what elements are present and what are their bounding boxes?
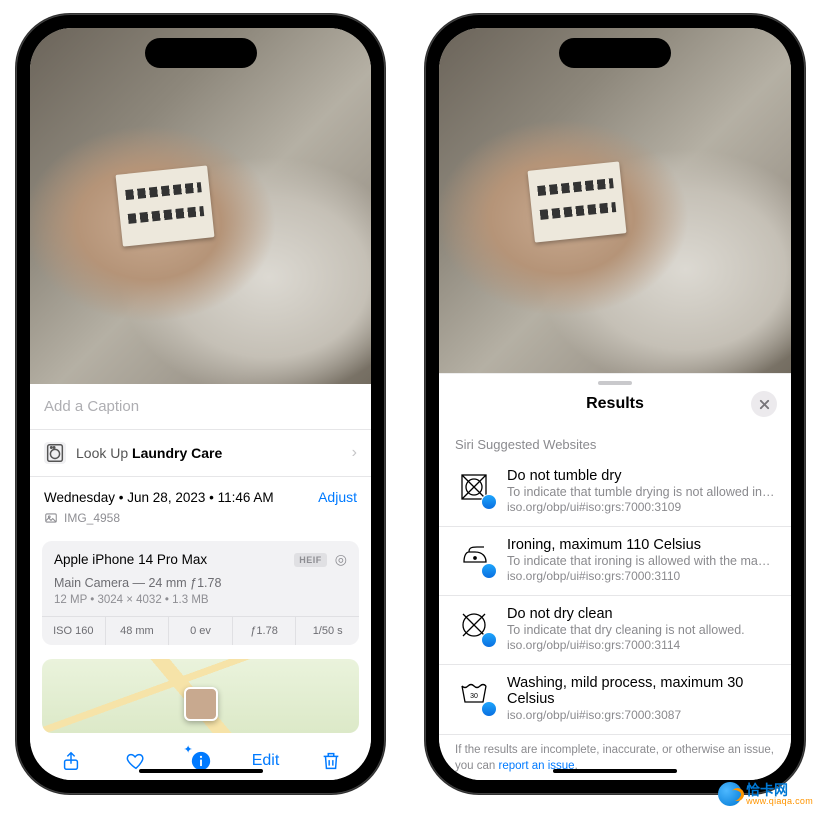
safari-badge-icon	[481, 701, 497, 717]
home-indicator[interactable]	[139, 769, 263, 773]
target-icon: ◎	[335, 551, 347, 568]
sheet-grabber[interactable]	[598, 381, 632, 385]
exif-ev: 0 ev	[169, 617, 233, 645]
results-sheet: Results Siri Suggested Websites Do not t…	[439, 373, 791, 780]
meta-line: 12 MP • 3024 × 4032 • 1.3 MB	[54, 594, 347, 606]
lookup-text: Look Up Laundry Care	[76, 445, 222, 461]
device-name: Apple iPhone 14 Pro Max	[54, 552, 286, 567]
result-desc: To indicate that ironing is allowed with…	[507, 554, 775, 568]
lens-line: Main Camera — 24 mm ƒ1.78	[54, 576, 347, 590]
filename-text: IMG_4958	[64, 511, 120, 525]
date-text: Wednesday • Jun 28, 2023 • 11:46 AM	[44, 490, 274, 505]
format-badge: HEIF	[294, 553, 327, 567]
visual-lookup-row[interactable]: Look Up Laundry Care ›	[30, 430, 371, 477]
laundry-icon	[44, 442, 66, 464]
photo-icon	[44, 511, 58, 525]
safari-badge-icon	[481, 563, 497, 579]
share-button[interactable]	[49, 745, 93, 777]
location-map[interactable]	[42, 659, 359, 733]
result-url: iso.org/obp/ui#iso:grs:7000:3110	[507, 569, 775, 583]
footer-note: If the results are incomplete, inaccurat…	[439, 735, 791, 780]
watermark-name: 恰卡网	[746, 783, 813, 797]
laundry-tag-in-photo	[115, 166, 214, 247]
photo-info-panel: Add a Caption Look Up Laundry Care › Wed…	[30, 384, 371, 780]
result-item[interactable]: Do not tumble dry To indicate that tumbl…	[439, 458, 791, 527]
iphone-frame-left: Add a Caption Look Up Laundry Care › Wed…	[16, 14, 385, 794]
svg-text:30: 30	[470, 693, 478, 700]
sheet-title: Results	[479, 395, 751, 413]
photo-preview[interactable]	[439, 28, 791, 373]
iphone-frame-right: Results Siri Suggested Websites Do not t…	[425, 14, 805, 794]
exif-row: ISO 160 48 mm 0 ev ƒ1.78 1/50 s	[42, 616, 359, 645]
edit-label: Edit	[252, 752, 280, 770]
wash-30-icon: 30	[455, 675, 493, 713]
safari-badge-icon	[481, 632, 497, 648]
result-title: Washing, mild process, maximum 30 Celsiu…	[507, 675, 775, 707]
result-item[interactable]: 30 Washing, mild process, maximum 30 Cel…	[439, 665, 791, 735]
result-url: iso.org/obp/ui#iso:grs:7000:3087	[507, 708, 775, 722]
section-header: Siri Suggested Websites	[439, 429, 791, 458]
delete-button[interactable]	[309, 745, 353, 777]
result-desc: To indicate that tumble drying is not al…	[507, 485, 775, 499]
safari-badge-icon	[481, 494, 497, 510]
dynamic-island	[559, 38, 671, 68]
home-indicator[interactable]	[553, 769, 677, 773]
result-title: Do not tumble dry	[507, 468, 775, 484]
photo-preview[interactable]	[30, 28, 371, 384]
sheet-header: Results	[439, 389, 791, 429]
no-dry-clean-icon	[455, 606, 493, 644]
dynamic-island	[145, 38, 257, 68]
laundry-tag-in-photo	[527, 161, 626, 242]
exif-iso: ISO 160	[42, 617, 106, 645]
datetime-row: Wednesday • Jun 28, 2023 • 11:46 AM Adju…	[30, 477, 371, 509]
sparkle-icon: ✦	[184, 743, 193, 756]
result-title: Ironing, maximum 110 Celsius	[507, 537, 775, 553]
adjust-button[interactable]: Adjust	[318, 489, 357, 505]
result-url: iso.org/obp/ui#iso:grs:7000:3109	[507, 500, 775, 514]
iron-110-icon	[455, 537, 493, 575]
close-button[interactable]	[751, 391, 777, 417]
caption-input[interactable]: Add a Caption	[30, 384, 371, 430]
exif-shutter: 1/50 s	[296, 617, 359, 645]
result-item[interactable]: Ironing, maximum 110 Celsius To indicate…	[439, 527, 791, 596]
watermark: 恰卡网 www.qiaqa.com	[718, 782, 813, 806]
result-title: Do not dry clean	[507, 606, 775, 622]
map-photo-pin	[184, 687, 218, 721]
filename-row: IMG_4958	[30, 509, 371, 537]
result-item[interactable]: Do not dry clean To indicate that dry cl…	[439, 596, 791, 665]
chevron-right-icon: ›	[352, 444, 357, 462]
exif-aperture: ƒ1.78	[233, 617, 297, 645]
close-icon	[759, 399, 770, 410]
camera-metadata-card: Apple iPhone 14 Pro Max HEIF ◎ Main Came…	[42, 541, 359, 645]
exif-focal: 48 mm	[106, 617, 170, 645]
watermark-domain: www.qiaqa.com	[746, 797, 813, 806]
no-tumble-dry-icon	[455, 468, 493, 506]
result-url: iso.org/obp/ui#iso:grs:7000:3114	[507, 638, 775, 652]
screen-right: Results Siri Suggested Websites Do not t…	[439, 28, 791, 780]
result-desc: To indicate that dry cleaning is not all…	[507, 623, 775, 637]
watermark-logo-icon	[718, 782, 742, 806]
screen-left: Add a Caption Look Up Laundry Care › Wed…	[30, 28, 371, 780]
